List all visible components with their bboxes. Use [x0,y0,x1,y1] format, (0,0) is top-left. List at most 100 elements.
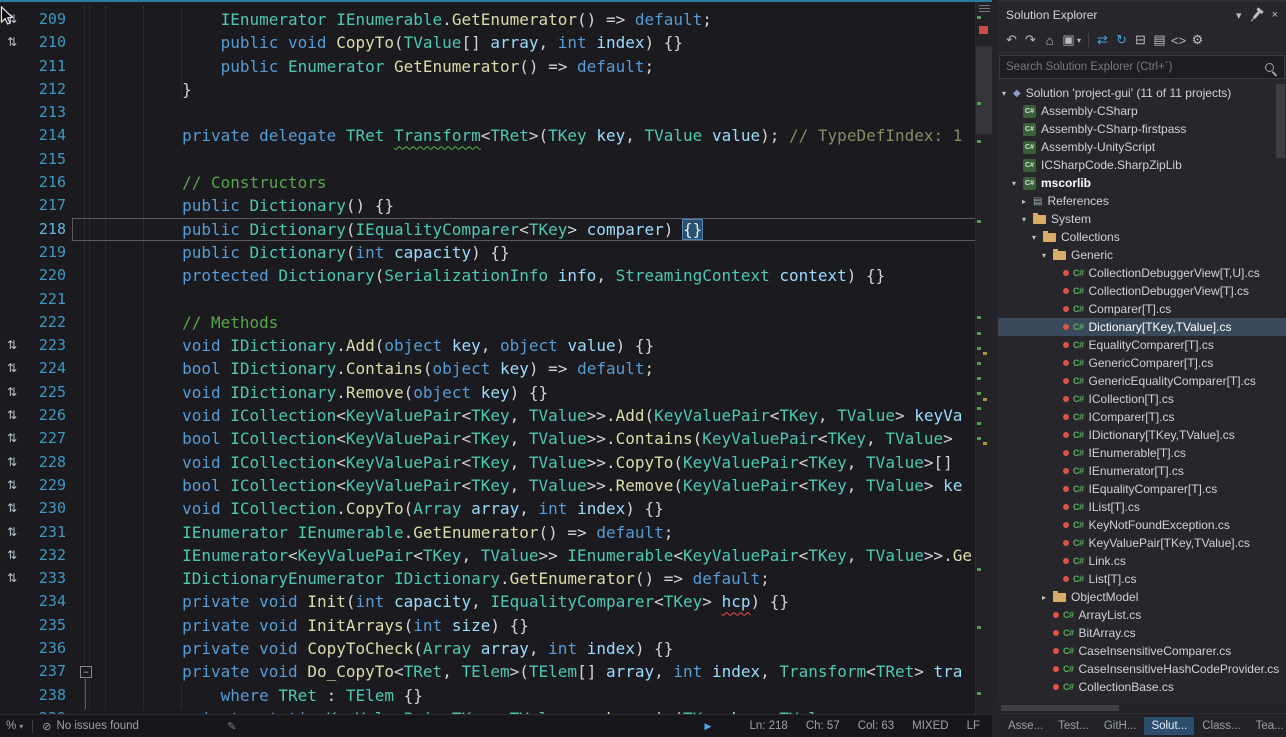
line-number[interactable]: 222 [24,311,72,334]
play-icon[interactable]: ▶ [705,721,712,732]
tree-item[interactable]: ▸ObjectModel [998,588,1286,606]
collapse-all-icon[interactable]: ⊟ [1131,32,1150,48]
line-number[interactable]: 228 [24,451,72,474]
code-line-227[interactable]: ⇅227 bool ICollection<KeyValuePair<TKey,… [0,427,992,450]
interface-implementation-icon[interactable]: ⇅ [0,451,24,474]
tree-item[interactable]: ▾Collections [998,228,1286,246]
interface-implementation-icon[interactable]: ⇅ [0,474,24,497]
view-menu-caret-icon[interactable]: ▾ [1074,36,1084,45]
code-view-icon[interactable]: <> [1169,33,1188,48]
tree-item[interactable]: C#Assembly-CSharp [998,102,1286,120]
tree-item[interactable]: C#CaseInsensitiveComparer.cs [998,642,1286,660]
interface-implementation-icon[interactable]: ⇅ [0,544,24,567]
line-number[interactable]: 214 [24,124,72,147]
code-line-218[interactable]: 218 public Dictionary(IEqualityComparer<… [0,218,992,241]
code-line-219[interactable]: 219 public Dictionary(int capacity) {} [0,241,992,264]
chevron-collapsed-icon[interactable]: ▸ [1042,593,1053,602]
back-icon[interactable]: ↶ [1002,32,1021,48]
interface-implementation-icon[interactable]: ⇅ [0,427,24,450]
chevron-expanded-icon[interactable]: ▾ [1042,251,1053,260]
pin-icon[interactable] [1252,11,1262,19]
code-line-211[interactable]: 211 public Enumerator GetEnumerator() =>… [0,55,992,78]
tree-hscrollbar[interactable] [998,703,1286,713]
tree-item[interactable]: C#IList[T].cs [998,498,1286,516]
tree-item[interactable]: C#KeyNotFoundException.cs [998,516,1286,534]
code-line-226[interactable]: ⇅226 void ICollection<KeyValuePair<TKey,… [0,404,992,427]
code-line-237[interactable]: 237 private void Do_CopyTo<TRet, TElem>(… [0,660,992,683]
refresh-icon[interactable]: ↻ [1112,32,1131,48]
tree-item[interactable]: C#CollectionDebuggerView[T].cs [998,282,1286,300]
code-line-216[interactable]: 216 // Constructors [0,171,992,194]
tree-item[interactable]: C#Link.cs [998,552,1286,570]
code-line-231[interactable]: ⇅231 IEnumerator IEnumerable.GetEnumerat… [0,521,992,544]
tree-item[interactable]: C#CollectionDebuggerView[T,U].cs [998,264,1286,282]
line-number[interactable]: 229 [24,474,72,497]
line-number[interactable]: 234 [24,590,72,613]
code-line-222[interactable]: 222 // Methods [0,311,992,334]
scrollbar-thumb[interactable] [976,46,992,134]
line-number[interactable]: 209 [24,8,72,31]
line-number[interactable]: 218 [24,218,72,241]
line-number[interactable]: 239 [24,707,72,714]
tool-window-tab[interactable]: GitH... [1097,717,1144,735]
interface-implementation-icon[interactable]: ⇅ [0,334,24,357]
line-number[interactable]: 221 [24,288,72,311]
line-number[interactable]: 236 [24,637,72,660]
tool-window-tab[interactable]: Test... [1051,717,1096,735]
line-number[interactable]: 235 [24,614,72,637]
code-line-217[interactable]: 217 public Dictionary() {} [0,194,992,217]
code-line-221[interactable]: 221 [0,288,992,311]
tree-item[interactable]: C#Comparer[T].cs [998,300,1286,318]
line-number[interactable]: 216 [24,171,72,194]
search-icon[interactable] [1265,63,1274,72]
code-line-209[interactable]: ⇅209 IEnumerator IEnumerable.GetEnumerat… [0,8,992,31]
tree-item[interactable]: C#Assembly-UnityScript [998,138,1286,156]
line-number[interactable]: 238 [24,684,72,707]
line-number[interactable]: 223 [24,334,72,357]
line-number[interactable]: 226 [24,404,72,427]
code-line-232[interactable]: ⇅232 IEnumerator<KeyValuePair<TKey, TVal… [0,544,992,567]
tree-item[interactable]: C#ArrayList.cs [998,606,1286,624]
code-line-234[interactable]: 234 private void Init(int capacity, IEqu… [0,590,992,613]
properties-icon[interactable]: ⚙ [1188,32,1207,48]
chevron-expanded-icon[interactable]: ▾ [1032,233,1043,242]
interface-implementation-icon[interactable]: ⇅ [0,31,24,54]
tree-item[interactable]: C#IEnumerator[T].cs [998,462,1286,480]
code-line-224[interactable]: ⇅224 bool IDictionary.Contains(object ke… [0,357,992,380]
code-line-212[interactable]: 212 } [0,78,992,101]
code-line-213[interactable]: 213 [0,101,992,124]
line-number[interactable]: 227 [24,427,72,450]
window-menu-icon[interactable]: ▾ [1236,9,1242,22]
code-line-214[interactable]: 214 private delegate TRet Transform<TRet… [0,124,992,147]
line-number[interactable]: 212 [24,78,72,101]
line-number[interactable]: 215 [24,148,72,171]
issues-indicator[interactable]: ⊘ No issues found [42,720,139,733]
line-number[interactable]: 220 [24,264,72,287]
close-icon[interactable]: × [1272,9,1278,21]
tree-item[interactable]: C#EqualityComparer[T].cs [998,336,1286,354]
split-editor-grip-icon[interactable] [979,5,990,13]
line-number[interactable]: 213 [24,101,72,124]
tree-item[interactable]: ▾C#mscorlib [998,174,1286,192]
tree-item[interactable]: ▾◆Solution 'project-gui' (11 of 11 proje… [998,84,1286,102]
forward-icon[interactable]: ↷ [1021,32,1040,48]
tree-item[interactable]: C#CaseInsensitiveHashCodeProvider.cs [998,660,1286,678]
code-line-239[interactable]: 239 private static KeyValuePair<TKey, TV… [0,707,992,714]
tree-item[interactable]: ▸▤References [998,192,1286,210]
tree-item[interactable]: C#Assembly-CSharp-firstpass [998,120,1286,138]
code-line-236[interactable]: 236 private void CopyToCheck(Array array… [0,637,992,660]
home-icon[interactable]: ⌂ [1040,33,1059,48]
tree-item[interactable]: C#IEqualityComparer[T].cs [998,480,1286,498]
tree-item[interactable]: C#BitArray.cs [998,624,1286,642]
chevron-expanded-icon[interactable]: ▾ [1022,215,1033,224]
interface-implementation-icon[interactable]: ⇅ [0,381,24,404]
line-number[interactable]: 211 [24,55,72,78]
tool-window-tab[interactable]: Asse... [1001,717,1050,735]
line-number[interactable]: 232 [24,544,72,567]
line-number[interactable]: 230 [24,497,72,520]
line-number[interactable]: 210 [24,31,72,54]
search-input[interactable] [1000,61,1265,73]
code-line-238[interactable]: 238 where TRet : TElem {} [0,684,992,707]
tree-item[interactable]: ▾Generic [998,246,1286,264]
tree-item[interactable]: C#GenericEqualityComparer[T].cs [998,372,1286,390]
